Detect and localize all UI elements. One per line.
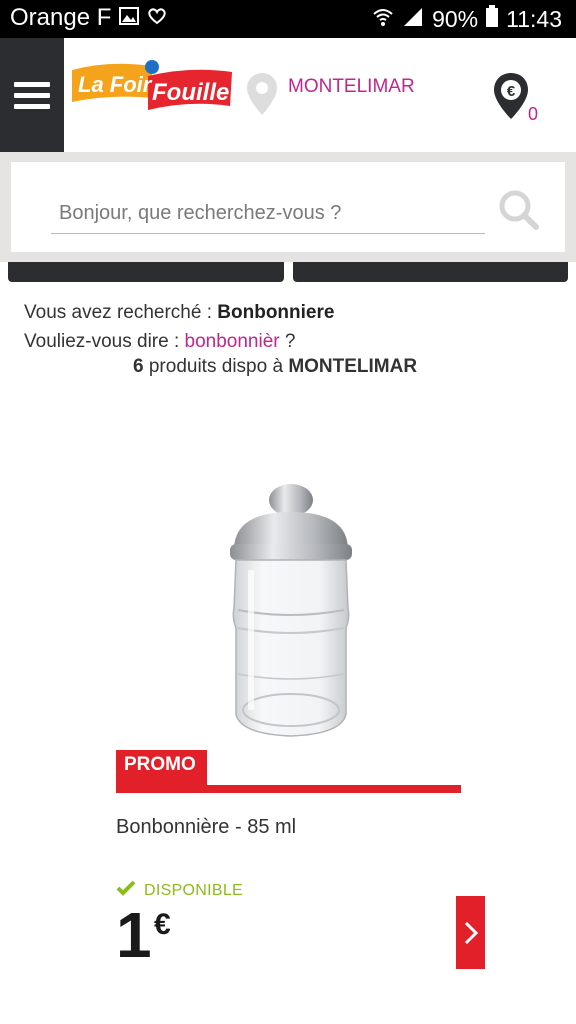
- clock: 11:43: [506, 5, 562, 32]
- product-name[interactable]: Bonbonnière - 85 ml: [116, 816, 296, 839]
- dispo-location: MONTELIMAR: [288, 356, 418, 377]
- searched-row: Vous avez recherché : Bonbonniere: [24, 298, 564, 327]
- check-icon: [116, 880, 136, 901]
- suggest-suffix: ?: [284, 331, 296, 352]
- carrier-label: Orange F: [10, 4, 112, 31]
- battery-percent: 90%: [432, 5, 479, 32]
- status-bar: Orange F 90% 11:43: [0, 0, 576, 38]
- promo-line: [116, 785, 461, 793]
- product-count: 6: [133, 356, 144, 377]
- promo-tag: PROMO: [116, 750, 207, 785]
- site-logo[interactable]: La Foir Fouille: [70, 58, 234, 112]
- battery-icon: [486, 5, 499, 33]
- filter-tab-left[interactable]: [8, 262, 284, 282]
- search-box: [11, 162, 565, 252]
- search-results-info: Vous avez recherché : Bonbonniere Voulie…: [24, 298, 564, 356]
- signal-icon: [402, 6, 424, 33]
- search-input[interactable]: [51, 194, 485, 234]
- promo-banner: PROMO: [116, 750, 461, 793]
- cart-count[interactable]: 0: [528, 104, 538, 125]
- product-image[interactable]: [222, 478, 360, 740]
- logo-text-1: La Foir: [78, 72, 153, 97]
- app-header: La Foir Fouille MONTELIMAR € 0: [0, 38, 576, 152]
- suggest-row: Vouliez-vous dire : bonbonnièr ?: [24, 327, 564, 356]
- image-icon: [119, 4, 140, 32]
- hamburger-icon[interactable]: [0, 38, 64, 152]
- availability-label: DISPONIBLE: [144, 881, 244, 899]
- product-count-row: 6 produits dispo à MONTELIMAR: [133, 356, 417, 378]
- searched-term: Bonbonniere: [217, 302, 335, 323]
- filter-tab-right[interactable]: [293, 262, 568, 282]
- availability-row: DISPONIBLE: [116, 880, 243, 901]
- svg-text:€: €: [507, 83, 516, 100]
- search-icon[interactable]: [497, 188, 541, 232]
- store-euro-pin-icon[interactable]: €: [492, 72, 530, 120]
- wifi-icon: [372, 6, 394, 33]
- product-count-label: produits: [148, 356, 217, 377]
- search-band: [0, 152, 576, 262]
- searched-label: Vous avez recherché :: [24, 302, 212, 323]
- chevron-right-icon[interactable]: [456, 896, 485, 969]
- location-pin-icon[interactable]: [246, 72, 278, 116]
- dispo-label: dispo à: [221, 356, 284, 377]
- heart-icon: [147, 4, 167, 32]
- product-price: 1 €: [116, 899, 171, 971]
- store-location-name[interactable]: MONTELIMAR: [288, 76, 415, 98]
- price-value: 1: [116, 899, 152, 971]
- price-currency: €: [154, 908, 171, 941]
- logo-text-2: Fouille: [152, 79, 229, 106]
- suggest-link[interactable]: bonbonnièr: [185, 331, 280, 352]
- suggest-label: Vouliez-vous dire :: [24, 331, 180, 352]
